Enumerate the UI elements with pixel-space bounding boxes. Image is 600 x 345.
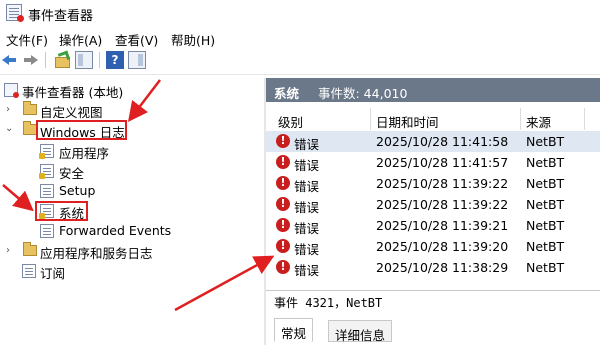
event-date: 2025/10/28 11:39:22: [376, 197, 509, 212]
tree-item-log-application[interactable]: 应用程序: [0, 141, 260, 161]
event-viewer-icon: [6, 4, 24, 22]
log-icon: [40, 184, 54, 198]
annotation-highlight-box: [36, 120, 127, 140]
table-row[interactable]: ! 错误 2025/10/28 11:39:22 NetBT: [266, 194, 600, 215]
menu-bar: 文件(F) 操作(A) 查看(V) 帮助(H): [0, 27, 600, 49]
log-icon: [39, 164, 54, 179]
menu-view[interactable]: 查看(V): [115, 30, 158, 49]
event-source: NetBT: [526, 239, 565, 254]
event-viewer-icon: [4, 83, 19, 98]
table-row[interactable]: ! 错误 2025/10/28 11:39:22 NetBT: [266, 173, 600, 194]
tree-label: Setup: [59, 183, 96, 198]
folder-icon: [23, 101, 37, 115]
event-level: 错误: [294, 200, 320, 215]
log-name: 系统: [274, 86, 300, 101]
error-icon: !: [276, 197, 290, 211]
event-detail-title: 事件 4321，NetBT: [274, 296, 383, 310]
toolbar-separator: [45, 52, 46, 68]
tab-general[interactable]: 常规: [274, 318, 314, 342]
event-count: 事件数: 44,010: [318, 86, 408, 101]
title-bar: 事件查看器: [0, 0, 600, 26]
menu-file[interactable]: 文件(F): [6, 30, 48, 49]
event-source: NetBT: [526, 134, 565, 149]
error-icon: !: [276, 239, 290, 253]
event-source: NetBT: [526, 176, 565, 191]
navigation-tree: 事件查看器 (本地) › 自定义视图 ⌄ Windows 日志 应用程序 安全 …: [0, 78, 264, 345]
menu-help[interactable]: 帮助(H): [171, 30, 215, 49]
column-separator[interactable]: [584, 108, 585, 130]
tree-label: 安全: [59, 166, 85, 181]
tree-item-custom-views[interactable]: › 自定义视图: [0, 100, 260, 120]
event-date: 2025/10/28 11:39:22: [376, 176, 509, 191]
log-icon: [39, 144, 54, 159]
panel-header: 系统 事件数: 44,010: [266, 78, 600, 102]
event-level: 错误: [294, 179, 320, 194]
event-list-panel: 系统 事件数: 44,010 级别 日期和时间 来源 ! 错误 2025/10/…: [266, 78, 600, 345]
event-date: 2025/10/28 11:39:21: [376, 218, 509, 233]
window-title: 事件查看器: [28, 9, 94, 24]
table-row[interactable]: ! 错误 2025/10/28 11:41:58 NetBT: [266, 131, 600, 152]
tree-item-log-setup[interactable]: Setup: [0, 181, 260, 201]
menu-action[interactable]: 操作(A): [59, 30, 102, 49]
error-icon: !: [276, 176, 290, 190]
help-icon[interactable]: ?: [106, 51, 124, 69]
event-source: NetBT: [526, 155, 565, 170]
table-row[interactable]: ! 错误 2025/10/28 11:38:29 NetBT: [266, 257, 600, 278]
folder-icon: [23, 121, 37, 135]
event-detail-header: 事件 4321，NetBT: [266, 290, 600, 310]
event-level: 错误: [294, 137, 320, 152]
event-date: 2025/10/28 11:39:20: [376, 239, 509, 254]
folder-icon: [23, 242, 37, 256]
tree-label: 订阅: [40, 266, 66, 281]
event-date: 2025/10/28 11:41:57: [376, 155, 509, 170]
tree-item-root[interactable]: 事件查看器 (本地): [0, 80, 260, 100]
forward-arrow-icon[interactable]: [22, 51, 40, 69]
toolbar-divider: [0, 74, 600, 75]
subscription-icon: [22, 264, 36, 278]
table-row[interactable]: ! 错误 2025/10/28 11:39:21 NetBT: [266, 215, 600, 236]
up-folder-icon[interactable]: [53, 51, 71, 69]
log-icon: [40, 224, 54, 238]
toolbar-separator: [99, 52, 100, 68]
tree-label: 事件查看器 (本地): [22, 85, 124, 100]
tab-details[interactable]: 详细信息: [328, 320, 393, 343]
chevron-down-icon[interactable]: ⌄: [5, 123, 13, 134]
error-icon: !: [276, 260, 290, 274]
annotation-highlight-box: [35, 201, 88, 221]
error-icon: !: [276, 155, 290, 169]
tree-item-log-security[interactable]: 安全: [0, 161, 260, 181]
tree-label: 应用程序: [59, 146, 110, 161]
table-row[interactable]: ! 错误 2025/10/28 11:41:57 NetBT: [266, 152, 600, 173]
event-level: 错误: [294, 242, 320, 257]
event-level: 错误: [294, 221, 320, 236]
tree-label: 自定义视图: [40, 105, 103, 120]
event-level: 错误: [294, 263, 320, 278]
tree-item-app-service-logs[interactable]: › 应用程序和服务日志: [0, 241, 260, 261]
tree-item-log-forwarded[interactable]: Forwarded Events: [0, 221, 260, 241]
event-source: NetBT: [526, 197, 565, 212]
table-row[interactable]: ! 错误 2025/10/28 11:39:20 NetBT: [266, 236, 600, 257]
chevron-right-icon[interactable]: ›: [6, 245, 10, 256]
event-date: 2025/10/28 11:38:29: [376, 260, 509, 275]
tree-item-subscriptions[interactable]: 订阅: [0, 261, 260, 281]
show-tree-icon[interactable]: [75, 51, 93, 69]
back-arrow-icon[interactable]: [0, 51, 18, 69]
tree-label: Forwarded Events: [59, 223, 172, 238]
event-date: 2025/10/28 11:41:58: [376, 134, 509, 149]
error-icon: !: [276, 134, 290, 148]
column-separator[interactable]: [370, 108, 371, 130]
show-action-pane-icon[interactable]: [128, 51, 146, 69]
event-source: NetBT: [526, 260, 565, 275]
event-source: NetBT: [526, 218, 565, 233]
error-icon: !: [276, 218, 290, 232]
column-separator[interactable]: [520, 108, 521, 130]
chevron-right-icon[interactable]: ›: [6, 104, 10, 115]
toolbar: ?: [0, 49, 600, 73]
tree-label: 应用程序和服务日志: [40, 246, 153, 261]
event-level: 错误: [294, 158, 320, 173]
